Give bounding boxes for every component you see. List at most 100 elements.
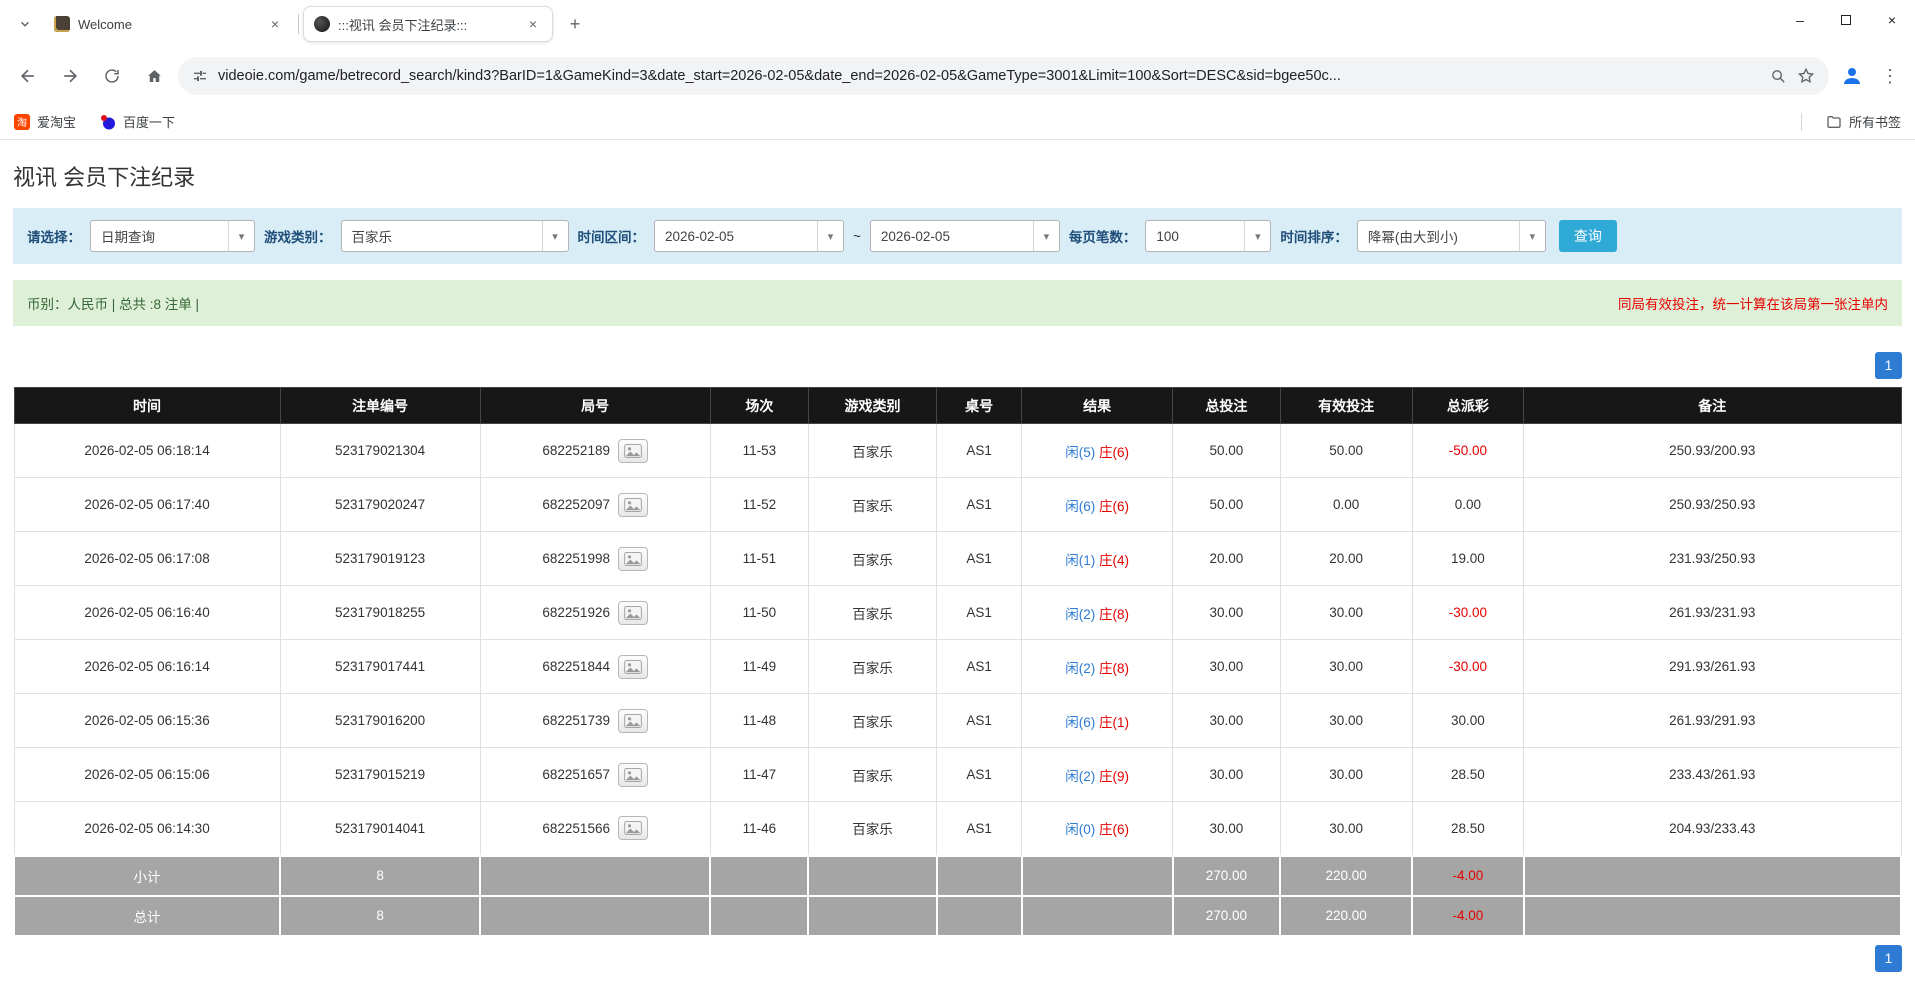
subtotal-label: 小计	[14, 856, 280, 896]
cell-note: 250.93/200.93	[1524, 424, 1901, 478]
total-label: 总计	[14, 896, 280, 936]
player-result: 闲(6)	[1065, 715, 1095, 730]
cell-game-kind: 百家乐	[808, 586, 936, 640]
table-row: 2026-02-05 06:17:40 523179020247 6822520…	[14, 478, 1901, 532]
maximize-button[interactable]	[1823, 0, 1869, 40]
page-1-button[interactable]: 1	[1875, 352, 1902, 379]
cell-total-bet[interactable]: 30.00	[1173, 748, 1281, 802]
banker-result: 庄(8)	[1099, 661, 1129, 676]
round-replay-button[interactable]	[618, 439, 648, 463]
bookmark-aitaobao[interactable]: 淘 爱淘宝	[14, 112, 76, 131]
cell-valid-bet: 20.00	[1280, 532, 1412, 586]
person-icon	[1840, 64, 1864, 88]
cell-game-kind: 百家乐	[808, 802, 936, 856]
cell-payout: 19.00	[1412, 532, 1523, 586]
cell-result: 闲(6) 庄(6)	[1022, 478, 1173, 532]
round-replay-button[interactable]	[618, 816, 648, 840]
tab-close-icon[interactable]: ×	[524, 15, 542, 33]
cell-total-bet[interactable]: 30.00	[1173, 802, 1281, 856]
image-icon	[624, 552, 642, 566]
tab-welcome[interactable]: Welcome ×	[44, 6, 294, 42]
round-replay-button[interactable]	[618, 493, 648, 517]
new-tab-button[interactable]: +	[561, 10, 589, 38]
total-count: 8	[280, 896, 480, 936]
bookmark-star-icon[interactable]	[1797, 67, 1815, 85]
table-row: 2026-02-05 06:16:40 523179018255 6822519…	[14, 586, 1901, 640]
chevron-down-icon: ▾	[1244, 221, 1270, 251]
round-number: 682251657	[542, 767, 610, 782]
image-icon	[624, 821, 642, 835]
cell-bet-id: 523179017441	[280, 640, 480, 694]
date-end-value: 2026-02-05	[871, 221, 1033, 251]
search-button[interactable]: 查询	[1559, 220, 1617, 252]
back-button[interactable]	[10, 58, 46, 94]
col-time: 时间	[14, 388, 280, 424]
game-kind-value: 百家乐	[342, 221, 542, 251]
bookmark-baidu[interactable]: 百度一下	[100, 112, 175, 131]
round-replay-button[interactable]	[618, 547, 648, 571]
forward-button[interactable]	[52, 58, 88, 94]
cell-total-bet[interactable]: 50.00	[1173, 478, 1281, 532]
tab-search-button[interactable]	[10, 9, 40, 39]
round-number: 682251926	[542, 605, 610, 620]
round-replay-button[interactable]	[618, 601, 648, 625]
cell-round: 682251926	[480, 586, 710, 640]
grand-total-row: 总计 8 270.00 220.00 -4.00	[14, 896, 1901, 936]
tab-bet-records[interactable]: :::视讯 会员下注纪录::: ×	[303, 6, 553, 42]
cell-total-bet[interactable]: 50.00	[1173, 424, 1281, 478]
banker-result: 庄(6)	[1099, 499, 1129, 514]
profile-avatar[interactable]	[1835, 59, 1869, 93]
tab-close-icon[interactable]: ×	[266, 15, 284, 33]
banker-result: 庄(6)	[1099, 445, 1129, 460]
cell-total-bet[interactable]: 30.00	[1173, 640, 1281, 694]
cell-bet-id: 523179016200	[280, 694, 480, 748]
cell-time: 2026-02-05 06:18:14	[14, 424, 280, 478]
cell-session: 11-51	[710, 532, 808, 586]
sort-select[interactable]: 降幂(由大到小) ▾	[1357, 220, 1546, 252]
refresh-button[interactable]	[94, 58, 130, 94]
select-type-label: 请选择：	[27, 226, 81, 246]
cell-total-bet[interactable]: 20.00	[1173, 532, 1281, 586]
table-row: 2026-02-05 06:15:06 523179015219 6822516…	[14, 748, 1901, 802]
query-type-select[interactable]: 日期查询 ▾	[90, 220, 255, 252]
subtotal-payout: -4.00	[1412, 856, 1523, 896]
date-end-select[interactable]: 2026-02-05 ▾	[870, 220, 1060, 252]
folder-icon	[1826, 114, 1842, 130]
cell-game-kind: 百家乐	[808, 694, 936, 748]
cell-valid-bet: 50.00	[1280, 424, 1412, 478]
per-page-select[interactable]: 100 ▾	[1145, 220, 1271, 252]
cell-game-kind: 百家乐	[808, 748, 936, 802]
date-start-select[interactable]: 2026-02-05 ▾	[654, 220, 844, 252]
all-bookmarks-button[interactable]: 所有书签	[1826, 112, 1901, 131]
date-range-label: 时间区间：	[578, 226, 646, 246]
table-header: 时间 注单编号 局号 场次 游戏类别 桌号 结果 总投注 有效投注 总派彩 备注	[14, 388, 1901, 424]
page-1-button[interactable]: 1	[1875, 945, 1902, 972]
cell-note: 291.93/261.93	[1524, 640, 1901, 694]
game-kind-select[interactable]: 百家乐 ▾	[341, 220, 569, 252]
pagination-top: 1	[13, 352, 1902, 379]
close-button[interactable]: ×	[1869, 0, 1915, 40]
zoom-icon[interactable]	[1770, 68, 1787, 85]
browser-menu-button[interactable]: ⋮	[1875, 66, 1905, 87]
home-button[interactable]	[136, 58, 172, 94]
cell-time: 2026-02-05 06:16:40	[14, 586, 280, 640]
round-replay-button[interactable]	[618, 763, 648, 787]
cell-payout: -30.00	[1412, 640, 1523, 694]
cell-total-bet[interactable]: 30.00	[1173, 694, 1281, 748]
url-text[interactable]: videoie.com/game/betrecord_search/kind3?…	[218, 68, 1760, 84]
address-bar[interactable]: videoie.com/game/betrecord_search/kind3?…	[178, 57, 1829, 95]
cell-game-kind: 百家乐	[808, 640, 936, 694]
cell-payout: 28.50	[1412, 748, 1523, 802]
bookmark-label: 百度一下	[123, 112, 175, 131]
cell-time: 2026-02-05 06:17:08	[14, 532, 280, 586]
cell-valid-bet: 0.00	[1280, 478, 1412, 532]
minimize-button[interactable]: –	[1777, 0, 1823, 40]
site-settings-icon[interactable]	[192, 68, 208, 84]
round-replay-button[interactable]	[618, 709, 648, 733]
cell-note: 204.93/233.43	[1524, 802, 1901, 856]
cell-table-no: AS1	[937, 748, 1022, 802]
cell-total-bet[interactable]: 30.00	[1173, 586, 1281, 640]
round-replay-button[interactable]	[618, 655, 648, 679]
cell-result: 闲(5) 庄(6)	[1022, 424, 1173, 478]
banker-result: 庄(4)	[1099, 553, 1129, 568]
